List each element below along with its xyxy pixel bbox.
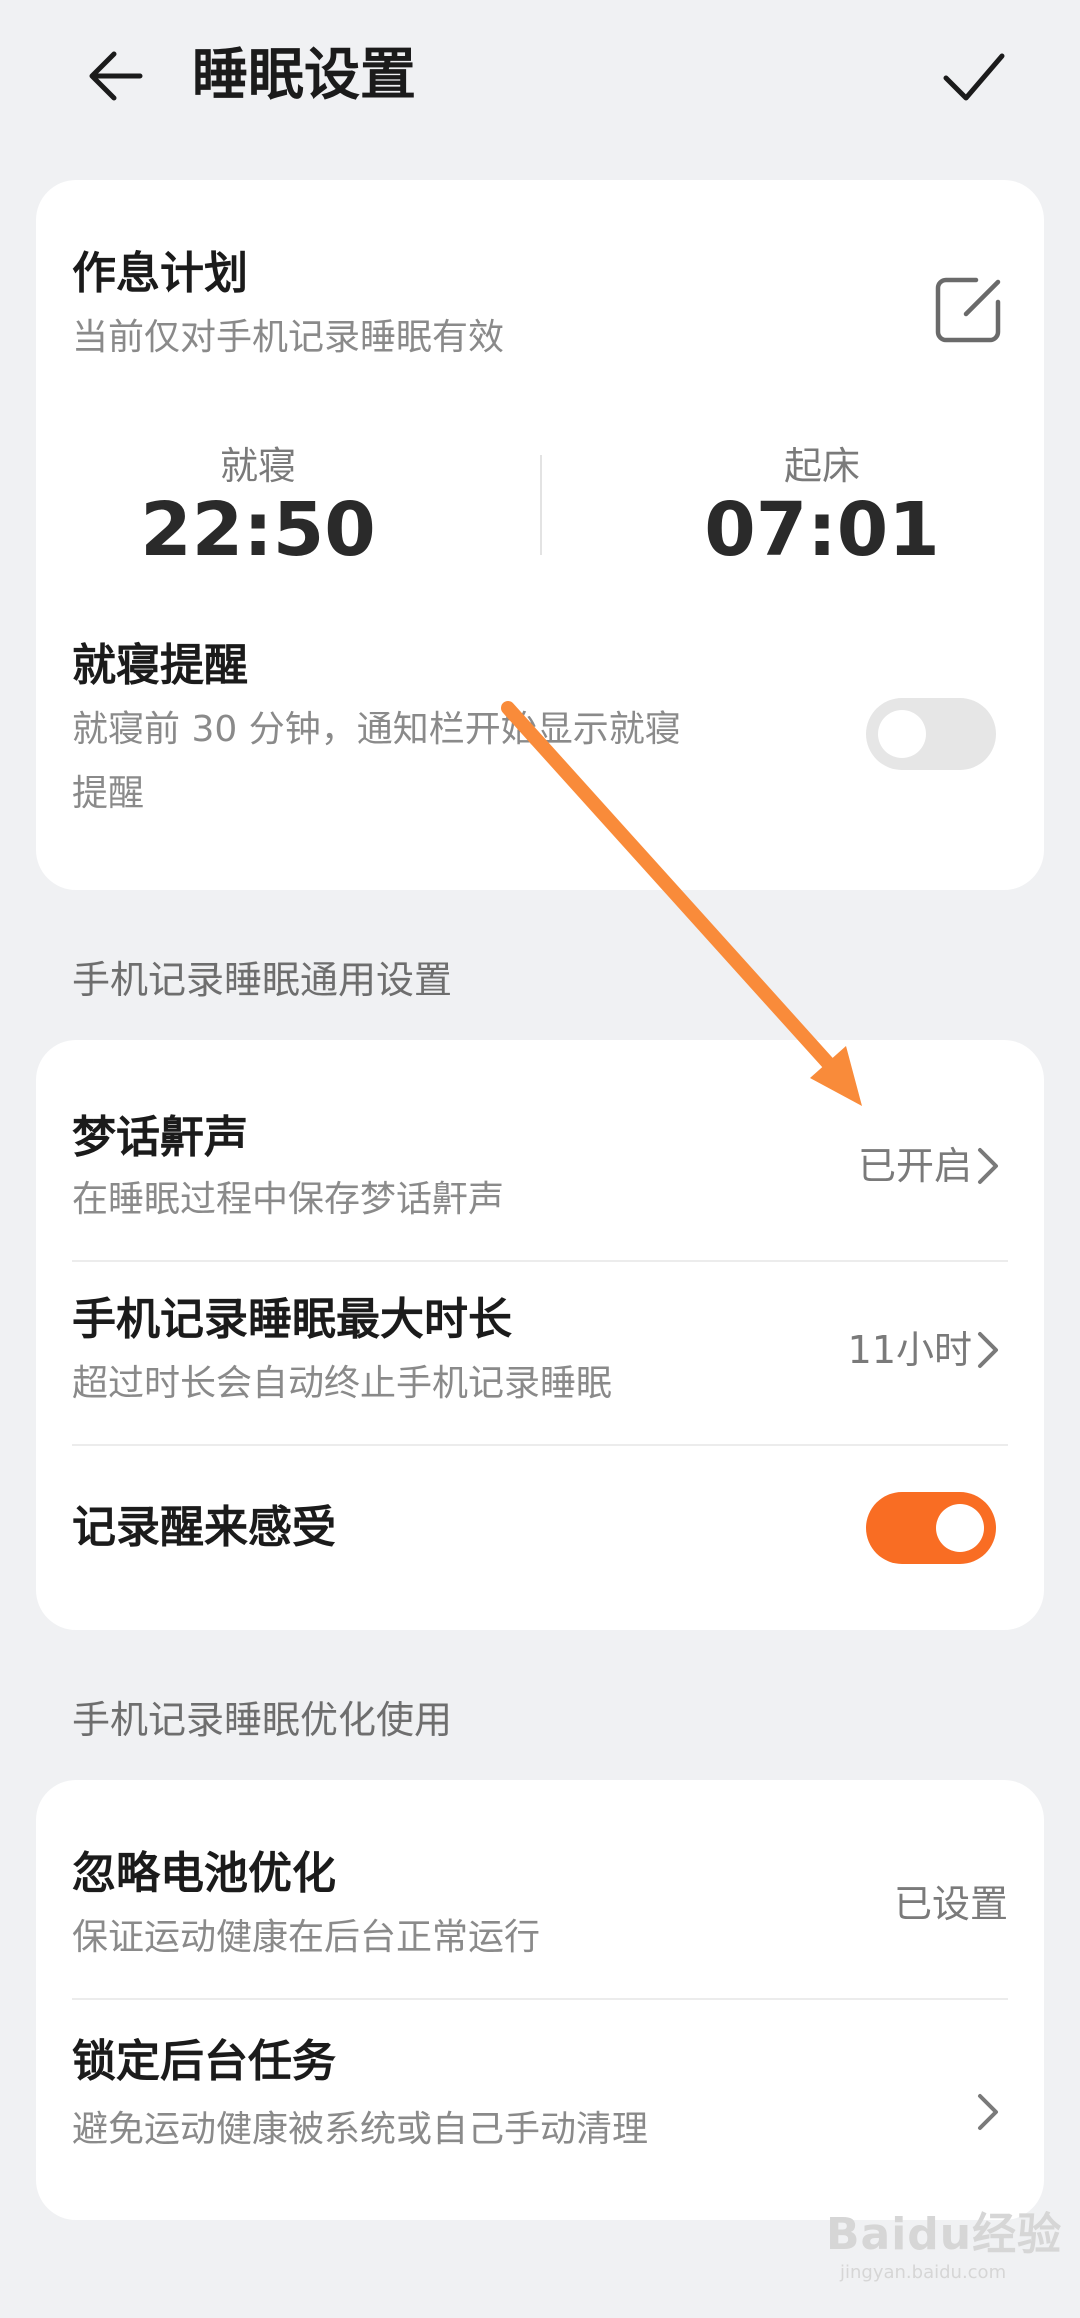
wake-feeling-title: 记录醒来感受: [72, 1502, 336, 1553]
baidu-watermark-url: jingyan.baidu.com: [840, 2262, 1007, 2283]
optimize-section-title: 手机记录睡眠优化使用: [72, 1698, 453, 1742]
max-duration-title: 手机记录睡眠最大时长: [72, 1294, 512, 1345]
bedtime-reminder-toggle[interactable]: [866, 698, 996, 770]
toggle-knob: [878, 710, 926, 758]
wake-feeling-row: 记录醒来感受: [36, 1446, 1044, 1630]
sleep-talk-snore-row[interactable]: 梦话鼾声 在睡眠过程中保存梦话鼾声 已开启: [36, 1040, 1044, 1260]
wake-feeling-toggle[interactable]: [866, 1492, 996, 1564]
chevron-right-icon: [978, 1148, 998, 1184]
top-bar: 睡眠设置: [0, 0, 1080, 150]
general-section-title: 手机记录睡眠通用设置: [72, 958, 453, 1002]
bedtime-label: 就寝: [219, 444, 296, 488]
page-title: 睡眠设置: [192, 43, 416, 108]
sleep-talk-snore-desc: 在睡眠过程中保存梦话鼾声: [72, 1179, 505, 1220]
max-duration-row[interactable]: 手机记录睡眠最大时长 超过时长会自动终止手机记录睡眠 11小时: [36, 1262, 1044, 1444]
lock-background-task-title: 锁定后台任务: [72, 2036, 336, 2087]
schedule-card: 作息计划 当前仅对手机记录睡眠有效 就寝 22:50 起床 07:01 就寝提醒…: [36, 180, 1044, 890]
lock-background-task-row[interactable]: 锁定后台任务 避免运动健康被系统或自己手动清理: [36, 2000, 1044, 2220]
battery-optimization-title: 忽略电池优化: [72, 1848, 336, 1899]
schedule-title: 作息计划: [72, 248, 248, 299]
lock-background-task-desc: 避免运动健康被系统或自己手动清理: [72, 2109, 649, 2150]
general-settings-card: 梦话鼾声 在睡眠过程中保存梦话鼾声 已开启 手机记录睡眠最大时长 超过时长会自动…: [36, 1040, 1044, 1630]
battery-optimization-value: 已设置: [893, 1882, 1008, 1926]
max-duration-value: 11小时: [847, 1328, 972, 1372]
max-duration-desc: 超过时长会自动终止手机记录睡眠: [72, 1363, 613, 1404]
battery-optimization-desc: 保证运动健康在后台正常运行: [72, 1917, 541, 1958]
chevron-right-icon: [978, 1332, 998, 1368]
toggle-knob: [936, 1504, 984, 1552]
baidu-watermark: Baidu经验: [826, 2209, 1063, 2260]
bedtime-value[interactable]: 22:50: [88, 488, 428, 572]
schedule-subtitle: 当前仅对手机记录睡眠有效: [72, 317, 505, 358]
bedtime-reminder-desc-line1: 就寝前 30 分钟，通知栏开始显示就寝: [72, 709, 681, 750]
sleep-talk-snore-value: 已开启: [857, 1144, 972, 1188]
chevron-right-icon: [978, 2094, 998, 2130]
optimize-settings-card: 忽略电池优化 保证运动健康在后台正常运行 已设置 锁定后台任务 避免运动健康被系…: [36, 1780, 1044, 2220]
sleep-talk-snore-title: 梦话鼾声: [72, 1112, 248, 1163]
bedtime-reminder-title: 就寝提醒: [72, 640, 248, 691]
edit-icon[interactable]: [930, 272, 1006, 348]
wake-value[interactable]: 07:01: [652, 488, 992, 572]
wake-label: 起床: [783, 444, 860, 488]
battery-optimization-row[interactable]: 忽略电池优化 保证运动健康在后台正常运行 已设置: [36, 1780, 1044, 1998]
bedtime-reminder-desc-line2: 提醒: [72, 773, 145, 814]
back-arrow-icon[interactable]: [74, 40, 146, 112]
time-divider: [540, 455, 542, 555]
confirm-check-icon[interactable]: [938, 40, 1010, 112]
